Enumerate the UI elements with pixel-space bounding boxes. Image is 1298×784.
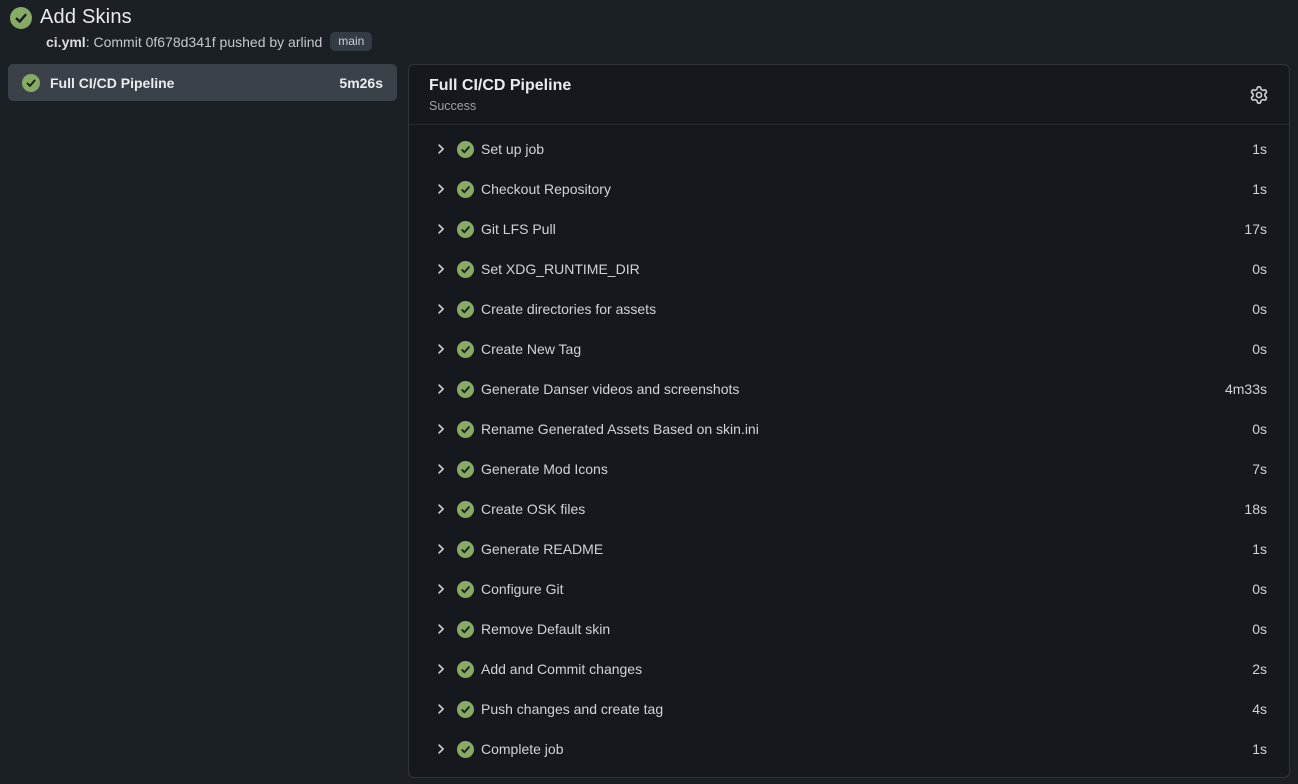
step-row[interactable]: Push changes and create tag 4s — [409, 689, 1289, 729]
chevron-right-icon[interactable] — [434, 422, 448, 436]
branch-badge[interactable]: main — [330, 32, 372, 51]
step-name: Generate Mod Icons — [481, 461, 1252, 477]
step-row[interactable]: Remove Default skin 0s — [409, 609, 1289, 649]
step-duration: 0s — [1252, 341, 1267, 357]
run-header: Add Skins ci.yml: Commit 0f678d341f push… — [0, 0, 1298, 51]
job-name: Full CI/CD Pipeline — [50, 75, 329, 91]
check-circle-icon — [457, 541, 474, 558]
step-row[interactable]: Create directories for assets 0s — [409, 289, 1289, 329]
step-duration: 17s — [1244, 221, 1267, 237]
check-circle-icon — [457, 341, 474, 358]
step-row[interactable]: Generate Danser videos and screenshots 4… — [409, 369, 1289, 409]
workflow-file-name: ci.yml — [46, 34, 86, 50]
step-duration: 1s — [1252, 141, 1267, 157]
step-name: Configure Git — [481, 581, 1252, 597]
job-panel-title: Full CI/CD Pipeline — [429, 76, 1249, 96]
step-name: Generate README — [481, 541, 1252, 557]
check-circle-icon — [457, 181, 474, 198]
gear-icon[interactable] — [1249, 85, 1269, 105]
step-row[interactable]: Set up job 1s — [409, 129, 1289, 169]
check-circle-icon — [457, 221, 474, 238]
jobs-sidebar: Full CI/CD Pipeline 5m26s — [8, 64, 397, 101]
step-name: Set up job — [481, 141, 1252, 157]
check-circle-icon — [457, 301, 474, 318]
step-duration: 18s — [1244, 501, 1267, 517]
chevron-right-icon[interactable] — [434, 222, 448, 236]
step-name: Complete job — [481, 741, 1252, 757]
chevron-right-icon[interactable] — [434, 302, 448, 316]
step-row[interactable]: Checkout Repository 1s — [409, 169, 1289, 209]
step-duration: 0s — [1252, 581, 1267, 597]
step-name: Checkout Repository — [481, 181, 1252, 197]
run-title: Add Skins — [40, 6, 132, 29]
step-name: Rename Generated Assets Based on skin.in… — [481, 421, 1252, 437]
chevron-right-icon[interactable] — [434, 142, 448, 156]
step-name: Create New Tag — [481, 341, 1252, 357]
step-name: Create directories for assets — [481, 301, 1252, 317]
check-circle-icon — [457, 621, 474, 638]
chevron-right-icon[interactable] — [434, 582, 448, 596]
job-duration: 5m26s — [339, 75, 383, 91]
step-name: Push changes and create tag — [481, 701, 1252, 717]
step-duration: 0s — [1252, 301, 1267, 317]
chevron-right-icon[interactable] — [434, 382, 448, 396]
check-circle-icon — [457, 421, 474, 438]
step-row[interactable]: Rename Generated Assets Based on skin.in… — [409, 409, 1289, 449]
step-duration: 1s — [1252, 181, 1267, 197]
sidebar-job-item[interactable]: Full CI/CD Pipeline 5m26s — [8, 64, 397, 101]
step-row[interactable]: Set XDG_RUNTIME_DIR 0s — [409, 249, 1289, 289]
step-row[interactable]: Generate Mod Icons 7s — [409, 449, 1289, 489]
step-row[interactable]: Complete job 1s — [409, 729, 1289, 769]
chevron-right-icon[interactable] — [434, 662, 448, 676]
step-name: Set XDG_RUNTIME_DIR — [481, 261, 1252, 277]
run-subtitle: ci.yml: Commit 0f678d341f pushed by arli… — [46, 32, 1288, 51]
step-duration: 7s — [1252, 461, 1267, 477]
chevron-right-icon[interactable] — [434, 342, 448, 356]
step-name: Remove Default skin — [481, 621, 1252, 637]
step-duration: 4s — [1252, 701, 1267, 717]
run-success-check-icon — [10, 7, 32, 29]
job-status-text: Success — [429, 98, 1249, 114]
check-circle-icon — [457, 661, 474, 678]
step-row[interactable]: Add and Commit changes 2s — [409, 649, 1289, 689]
check-circle-icon — [457, 141, 474, 158]
step-duration: 0s — [1252, 261, 1267, 277]
chevron-right-icon[interactable] — [434, 262, 448, 276]
check-circle-icon — [457, 261, 474, 278]
check-circle-icon — [457, 381, 474, 398]
check-circle-icon — [457, 741, 474, 758]
step-duration: 0s — [1252, 421, 1267, 437]
chevron-right-icon[interactable] — [434, 702, 448, 716]
step-duration: 1s — [1252, 541, 1267, 557]
step-row[interactable]: Generate README 1s — [409, 529, 1289, 569]
check-circle-icon — [457, 461, 474, 478]
chevron-right-icon[interactable] — [434, 622, 448, 636]
chevron-right-icon[interactable] — [434, 462, 448, 476]
step-name: Add and Commit changes — [481, 661, 1252, 677]
job-panel-header: Full CI/CD Pipeline Success — [409, 65, 1289, 125]
chevron-right-icon[interactable] — [434, 542, 448, 556]
step-duration: 4m33s — [1225, 381, 1267, 397]
job-detail-panel: Full CI/CD Pipeline Success Set up job 1… — [408, 64, 1290, 778]
job-success-check-icon — [22, 74, 40, 92]
check-circle-icon — [457, 701, 474, 718]
step-row[interactable]: Git LFS Pull 17s — [409, 209, 1289, 249]
step-name: Generate Danser videos and screenshots — [481, 381, 1225, 397]
chevron-right-icon[interactable] — [434, 742, 448, 756]
step-row[interactable]: Configure Git 0s — [409, 569, 1289, 609]
step-name: Git LFS Pull — [481, 221, 1244, 237]
step-duration: 0s — [1252, 621, 1267, 637]
check-circle-icon — [457, 501, 474, 518]
chevron-right-icon[interactable] — [434, 502, 448, 516]
chevron-right-icon[interactable] — [434, 182, 448, 196]
step-row[interactable]: Create New Tag 0s — [409, 329, 1289, 369]
check-circle-icon — [457, 581, 474, 598]
step-duration: 2s — [1252, 661, 1267, 677]
step-duration: 1s — [1252, 741, 1267, 757]
step-name: Create OSK files — [481, 501, 1244, 517]
steps-list: Set up job 1s Checkout Repository 1s Git… — [409, 125, 1289, 777]
step-row[interactable]: Create OSK files 18s — [409, 489, 1289, 529]
commit-info: : Commit 0f678d341f pushed by arlind — [86, 34, 323, 50]
actions-run-page: Add Skins ci.yml: Commit 0f678d341f push… — [0, 0, 1298, 784]
